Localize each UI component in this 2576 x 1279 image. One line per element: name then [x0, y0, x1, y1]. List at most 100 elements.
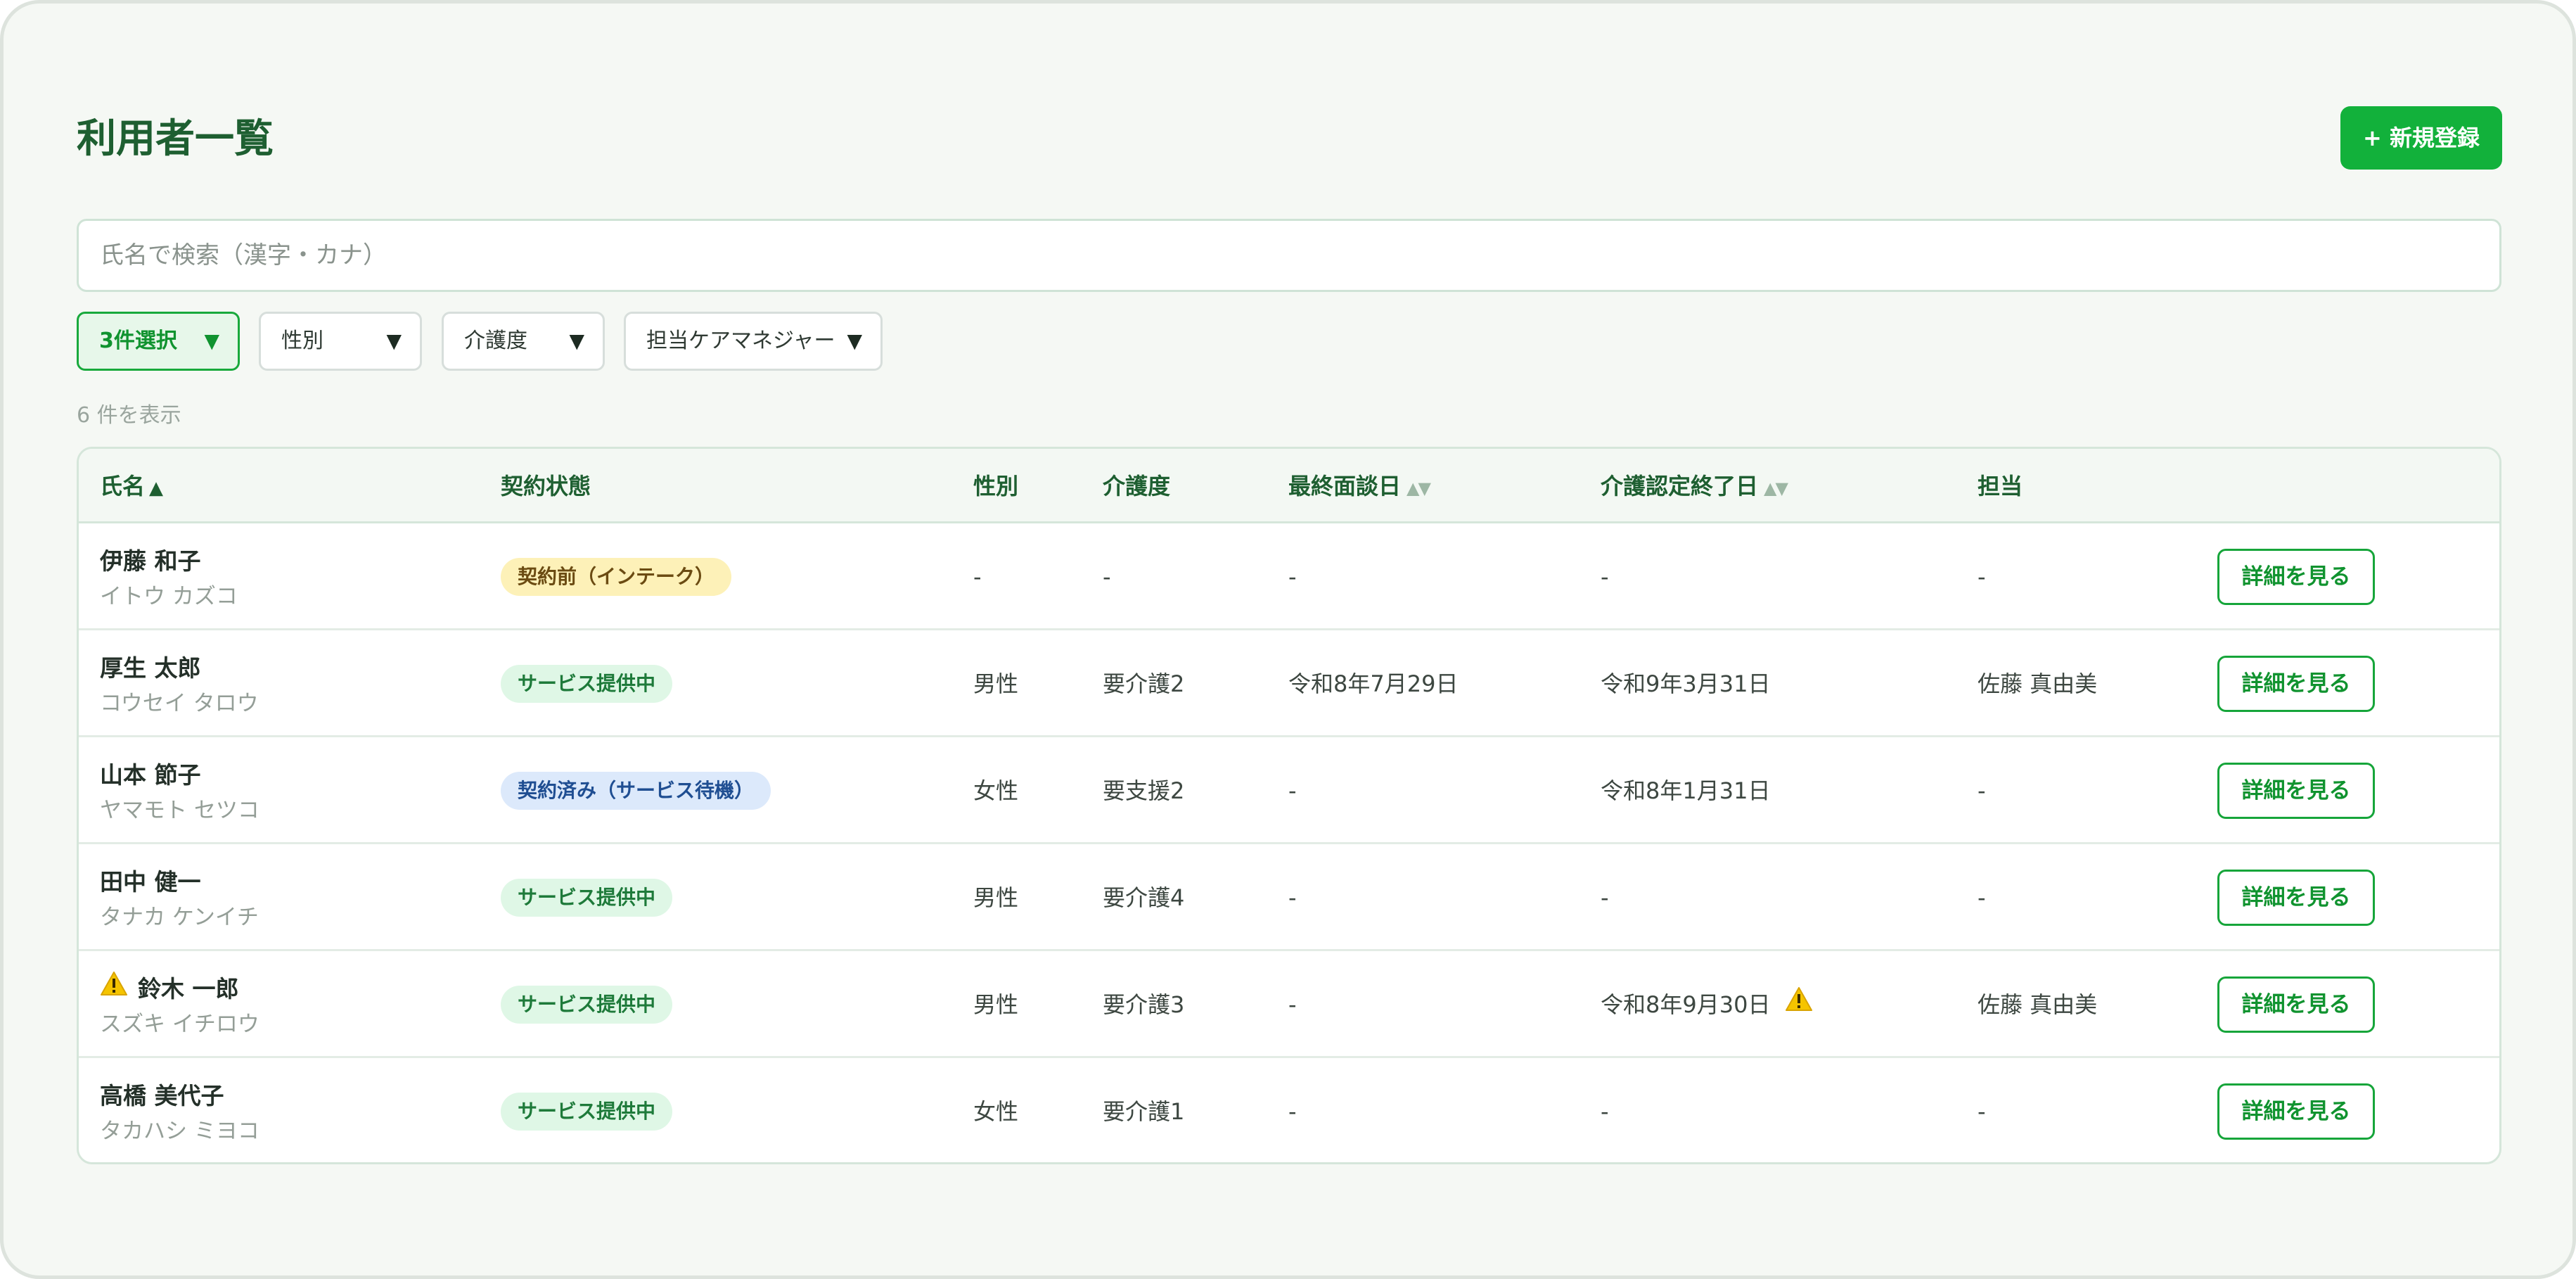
cert-end-value: 令和8年9月30日 — [1601, 991, 1771, 1018]
user-kana: コウセイ タロウ — [100, 691, 259, 716]
manager-cell: - — [1978, 884, 1986, 911]
last-interview-cell: - — [1288, 777, 1297, 804]
detail-button[interactable]: 詳細を見る — [2217, 763, 2375, 819]
name-cell: 伊藤 和子 イトウ カズコ — [100, 545, 238, 613]
care-level-cell: 要介護4 — [1103, 884, 1185, 911]
warning-triangle-icon — [1785, 950, 1813, 1057]
header-manager: 担当 — [1978, 473, 2023, 499]
name-cell: 高橋 美代子 タカハシ ミヨコ — [100, 1079, 259, 1148]
user-name: 厚生 太郎 — [100, 654, 201, 682]
care-level-cell: 要介護3 — [1103, 991, 1185, 1018]
manager-cell: - — [1978, 777, 1986, 804]
header-last-interview[interactable]: 最終面談日 ▲▼ — [1288, 449, 1431, 523]
header-name[interactable]: 氏名 ▲ — [100, 449, 163, 523]
last-interview-cell: - — [1288, 1098, 1297, 1125]
user-kana: タカハシ ミヨコ — [100, 1119, 259, 1144]
manager-cell: 佐藤 真由美 — [1978, 670, 2098, 697]
name-cell: 鈴木 一郎 スズキ イチロウ — [100, 972, 259, 1041]
last-interview-cell: - — [1288, 884, 1297, 911]
user-kana: タナカ ケンイチ — [100, 905, 259, 930]
header-last-interview-label: 最終面談日 — [1288, 473, 1402, 499]
user-name-line: 鈴木 一郎 — [100, 972, 259, 1006]
search-input[interactable] — [77, 219, 2501, 292]
name-cell: 山本 節子 ヤマモト セツコ — [100, 758, 259, 827]
detail-button[interactable]: 詳細を見る — [2217, 976, 2375, 1033]
filter-gender-select[interactable]: 性別 ▼ — [259, 312, 422, 371]
detail-button[interactable]: 詳細を見る — [2217, 549, 2375, 605]
table-row: 山本 節子 ヤマモト セツコ 契約済み（サービス待機） 女性 要支援2 - 令和… — [79, 737, 2499, 844]
user-name: 高橋 美代子 — [100, 1082, 224, 1109]
manager-cell: - — [1978, 1098, 1986, 1125]
last-interview-cell: - — [1288, 991, 1297, 1018]
detail-button[interactable]: 詳細を見る — [2217, 870, 2375, 926]
table-header: 氏名 ▲ 契約状態 性別 介護度 最終面談日 ▲▼ 介護認定終了日 ▲▼ 担当 — [79, 449, 2499, 523]
gender-cell: 男性 — [973, 884, 1019, 911]
detail-button[interactable]: 詳細を見る — [2217, 656, 2375, 712]
table-row: 伊藤 和子 イトウ カズコ 契約前（インテーク） - - - - - 詳細を見る — [79, 523, 2499, 630]
filter-gender-label: 性別 — [281, 329, 323, 353]
user-table: 氏名 ▲ 契約状態 性別 介護度 最終面談日 ▲▼ 介護認定終了日 ▲▼ 担当 伊藤 … — [77, 447, 2501, 1164]
caret-down-icon: ▼ — [847, 329, 862, 352]
gender-cell: 女性 — [973, 777, 1019, 804]
care-level-cell: 要介護1 — [1103, 1098, 1185, 1125]
gender-cell: 男性 — [973, 670, 1019, 697]
cert-end-cell: - — [1601, 1098, 1609, 1125]
table-row: 厚生 太郎 コウセイ タロウ サービス提供中 男性 要介護2 令和8年7月29日… — [79, 630, 2499, 737]
sort-toggle-icon: ▲▼ — [1406, 478, 1431, 498]
status-badge: 契約前（インテーク） — [501, 558, 732, 596]
header-name-label: 氏名 — [100, 473, 146, 499]
care-level-cell: - — [1103, 564, 1111, 590]
app-window: 利用者一覧 + 新規登録 3件選択 ▼ 性別 ▼ 介護度 ▼ 担当ケアマネジャー… — [0, 0, 2576, 1279]
header-cert-end[interactable]: 介護認定終了日 ▲▼ — [1601, 449, 1788, 523]
cert-end-cell: 令和8年9月30日 — [1601, 951, 1813, 1058]
gender-cell: 女性 — [973, 1098, 1019, 1125]
cert-end-cell: - — [1601, 564, 1609, 590]
filter-care-level-select[interactable]: 介護度 ▼ — [442, 312, 605, 371]
header-gender: 性別 — [973, 473, 1019, 499]
status-badge: 契約済み（サービス待機） — [501, 772, 771, 810]
status-badge: サービス提供中 — [501, 665, 673, 703]
gender-cell: - — [973, 564, 982, 590]
name-cell: 田中 健一 タナカ ケンイチ — [100, 865, 259, 934]
caret-down-icon: ▼ — [569, 329, 584, 352]
sort-toggle-icon: ▲▼ — [1764, 478, 1788, 498]
caret-down-icon: ▼ — [386, 329, 402, 352]
filter-care-manager-label: 担当ケアマネジャー — [646, 329, 835, 353]
user-kana: ヤマモト セツコ — [100, 798, 259, 823]
status-badge: サービス提供中 — [501, 879, 673, 917]
filter-status-select[interactable]: 3件選択 ▼ — [77, 312, 240, 371]
result-count: 6 件を表示 — [77, 403, 181, 428]
user-kana: スズキ イチロウ — [100, 1012, 259, 1037]
manager-cell: - — [1978, 564, 1986, 590]
cert-end-cell: - — [1601, 884, 1609, 911]
care-level-cell: 要介護2 — [1103, 670, 1185, 697]
gender-cell: 男性 — [973, 991, 1019, 1018]
warning-triangle-icon — [100, 971, 128, 1005]
header-contract: 契約状態 — [501, 473, 591, 499]
care-level-cell: 要支援2 — [1103, 777, 1185, 804]
table-row: 田中 健一 タナカ ケンイチ サービス提供中 男性 要介護4 - - - 詳細を… — [79, 844, 2499, 951]
user-name: 伊藤 和子 — [100, 547, 201, 575]
filter-care-manager-select[interactable]: 担当ケアマネジャー ▼ — [624, 312, 883, 371]
status-badge: サービス提供中 — [501, 986, 673, 1024]
detail-button[interactable]: 詳細を見る — [2217, 1083, 2375, 1140]
name-cell: 厚生 太郎 コウセイ タロウ — [100, 651, 259, 720]
header-care-level: 介護度 — [1103, 473, 1171, 499]
filter-status-label: 3件選択 — [99, 329, 177, 353]
manager-cell: 佐藤 真由美 — [1978, 991, 2098, 1018]
user-name: 田中 健一 — [100, 868, 201, 896]
sort-ascending-icon: ▲ — [149, 478, 164, 499]
table-row: 鈴木 一郎 スズキ イチロウ サービス提供中 男性 要介護3 - 令和8年9月3… — [79, 951, 2499, 1058]
new-registration-button[interactable]: + 新規登録 — [2340, 106, 2502, 170]
user-name: 山本 節子 — [100, 761, 201, 789]
header-cert-end-label: 介護認定終了日 — [1601, 473, 1759, 499]
last-interview-cell: 令和8年7月29日 — [1288, 670, 1459, 697]
user-name: 鈴木 一郎 — [138, 975, 239, 1003]
filter-care-level-label: 介護度 — [464, 329, 527, 353]
cert-end-cell: 令和9年3月31日 — [1601, 670, 1771, 697]
last-interview-cell: - — [1288, 564, 1297, 590]
status-badge: サービス提供中 — [501, 1093, 673, 1131]
cert-end-cell: 令和8年1月31日 — [1601, 777, 1771, 804]
table-row: 高橋 美代子 タカハシ ミヨコ サービス提供中 女性 要介護1 - - - 詳細… — [79, 1058, 2499, 1162]
user-kana: イトウ カズコ — [100, 584, 238, 609]
